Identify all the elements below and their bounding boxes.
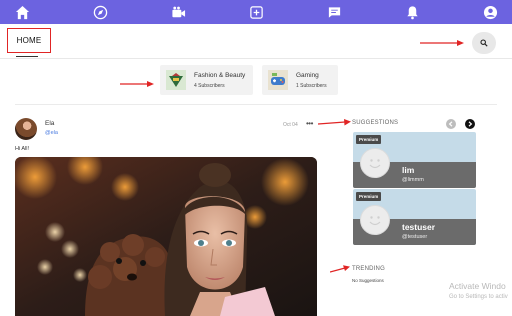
home-icon[interactable] <box>13 3 31 21</box>
suggestion-name[interactable]: testuser <box>402 222 435 232</box>
suggestion-avatar[interactable] <box>360 205 390 235</box>
category-card-fashion-beauty[interactable]: Fashion & Beauty 4 Subscribers <box>160 65 253 95</box>
suggestion-name[interactable]: lim <box>402 165 414 175</box>
profile-icon[interactable] <box>481 3 499 21</box>
premium-badge: Premium <box>356 135 382 144</box>
trending-empty-text: No Suggestions <box>352 278 384 283</box>
message-icon[interactable] <box>325 3 343 21</box>
annotation-arrow <box>318 119 351 126</box>
gaming-thumbnail <box>268 70 288 90</box>
suggestion-card[interactable]: Premium lim @limmm <box>353 132 476 188</box>
suggestions-title: SUGGESTIONS <box>352 120 399 126</box>
premium-badge: Premium <box>356 192 382 201</box>
search-icon <box>480 39 488 47</box>
category-name: Gaming <box>296 72 319 79</box>
post-image[interactable] <box>15 157 317 316</box>
post-text: Hi All! <box>15 146 30 152</box>
chevron-right-icon <box>468 121 473 127</box>
annotation-arrow <box>120 81 154 87</box>
post-options-button[interactable]: ••• <box>306 119 313 128</box>
section-divider <box>15 104 497 105</box>
post-photo <box>15 157 317 316</box>
trending-title: TRENDING <box>352 266 385 272</box>
post-date: Oct 04 <box>283 122 298 128</box>
home-tab[interactable]: HOME <box>7 28 51 53</box>
fashion-beauty-thumbnail <box>166 70 186 90</box>
suggestion-avatar[interactable] <box>360 148 390 178</box>
post-author-name[interactable]: Ela <box>45 120 54 127</box>
category-name: Fashion & Beauty <box>194 72 246 79</box>
search-button[interactable] <box>472 32 496 54</box>
compass-icon[interactable] <box>91 3 109 21</box>
suggestions-prev-button[interactable] <box>446 119 456 129</box>
top-navigation-bar <box>0 0 512 24</box>
windows-activation-watermark: Activate Windo Go to Settings to activ <box>449 281 508 300</box>
home-tab-label: HOME <box>16 36 42 45</box>
annotation-arrow <box>420 40 464 46</box>
home-tab-underline <box>16 56 38 57</box>
smiley-icon <box>369 159 381 169</box>
watermark-line-2: Go to Settings to activ <box>449 294 508 300</box>
post-author-avatar[interactable] <box>15 118 37 140</box>
add-post-icon[interactable] <box>247 3 265 21</box>
suggestions-next-button[interactable] <box>465 119 475 129</box>
chevron-left-icon <box>448 121 453 127</box>
category-subscribers: 4 Subscribers <box>194 83 225 89</box>
watermark-line-1: Activate Windo <box>449 281 506 291</box>
post-author-handle[interactable]: @ela <box>45 130 58 136</box>
video-camera-icon[interactable] <box>169 3 187 21</box>
smiley-icon <box>369 216 381 226</box>
category-subscribers: 1 Subscribers <box>296 83 327 89</box>
suggestion-card[interactable]: Premium testuser @testuser <box>353 189 476 245</box>
category-card-gaming[interactable]: Gaming 1 Subscribers <box>262 65 338 95</box>
suggestion-handle: @limmm <box>402 177 424 183</box>
header-divider <box>0 58 512 59</box>
annotation-arrow <box>330 265 350 273</box>
bell-icon[interactable] <box>403 3 421 21</box>
suggestion-handle: @testuser <box>402 234 428 240</box>
